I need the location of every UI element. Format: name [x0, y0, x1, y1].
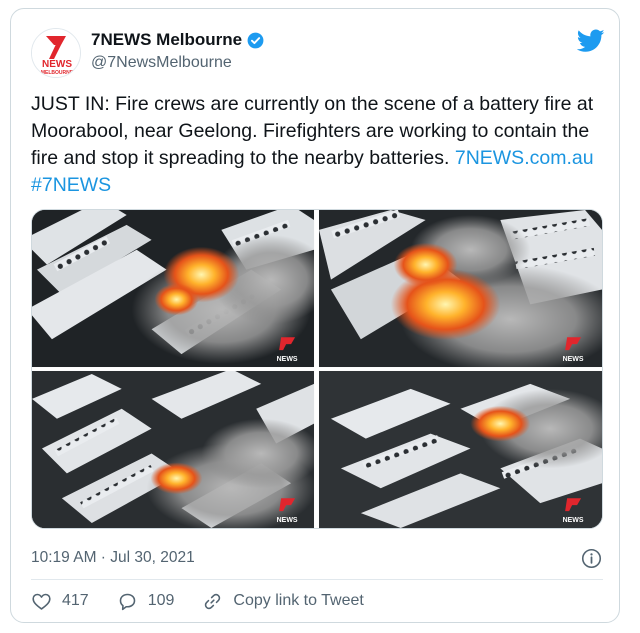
author-name-row[interactable]: 7NEWS Melbourne: [91, 30, 265, 50]
tweet-hashtag[interactable]: #7NEWS: [31, 174, 111, 196]
reply-button[interactable]: 109: [117, 591, 175, 612]
heart-icon: [32, 593, 51, 610]
svg-text:NEWS: NEWS: [563, 356, 584, 363]
svg-text:NEWS: NEWS: [563, 517, 584, 524]
info-icon[interactable]: [581, 548, 602, 569]
copy-link-button[interactable]: Copy link to Tweet: [202, 591, 364, 612]
like-count: 417: [62, 592, 89, 609]
tweet-media[interactable]: NEWS NEWS NEWS NEWS: [31, 209, 603, 529]
copy-link-label: Copy link to Tweet: [233, 592, 364, 609]
media-divider-horizontal: [32, 367, 602, 371]
avatar[interactable]: NEWS MELBOURNE: [31, 28, 81, 78]
reply-bubble-icon: [119, 593, 135, 610]
fire-aerial-4: [318, 370, 602, 528]
tweet-link[interactable]: 7NEWS.com.au: [455, 147, 594, 169]
author-handle[interactable]: @7NewsMelbourne: [91, 54, 232, 72]
reply-count: 109: [147, 592, 175, 609]
tweet-actions: 417 109 Copy link to Tweet: [31, 587, 392, 615]
verified-badge-icon: [247, 32, 264, 48]
tweet-card: NEWS MELBOURNE 7NEWS Melbourne @7NewsMel…: [10, 8, 620, 623]
tweet-text: JUST IN: Fire crews are currently on the…: [31, 91, 611, 199]
svg-text:NEWS: NEWS: [277, 517, 298, 524]
tweet-timestamp[interactable]: 10:19 AM · Jul 30, 2021: [31, 549, 195, 567]
link-icon: [205, 593, 221, 609]
svg-text:MELBOURNE: MELBOURNE: [41, 70, 74, 76]
actions-divider: [31, 579, 603, 580]
svg-text:NEWS: NEWS: [42, 59, 72, 70]
7news-logo-icon: NEWS MELBOURNE: [32, 29, 80, 77]
fire-aerial-2: [318, 210, 602, 374]
svg-text:NEWS: NEWS: [277, 356, 298, 363]
fire-aerial-photo-grid[interactable]: NEWS NEWS NEWS NEWS: [32, 210, 602, 528]
fire-aerial-3: [32, 369, 321, 528]
display-name[interactable]: 7NEWS Melbourne: [91, 30, 242, 50]
twitter-bird-icon[interactable]: [577, 29, 605, 53]
like-button[interactable]: 417: [31, 591, 89, 612]
